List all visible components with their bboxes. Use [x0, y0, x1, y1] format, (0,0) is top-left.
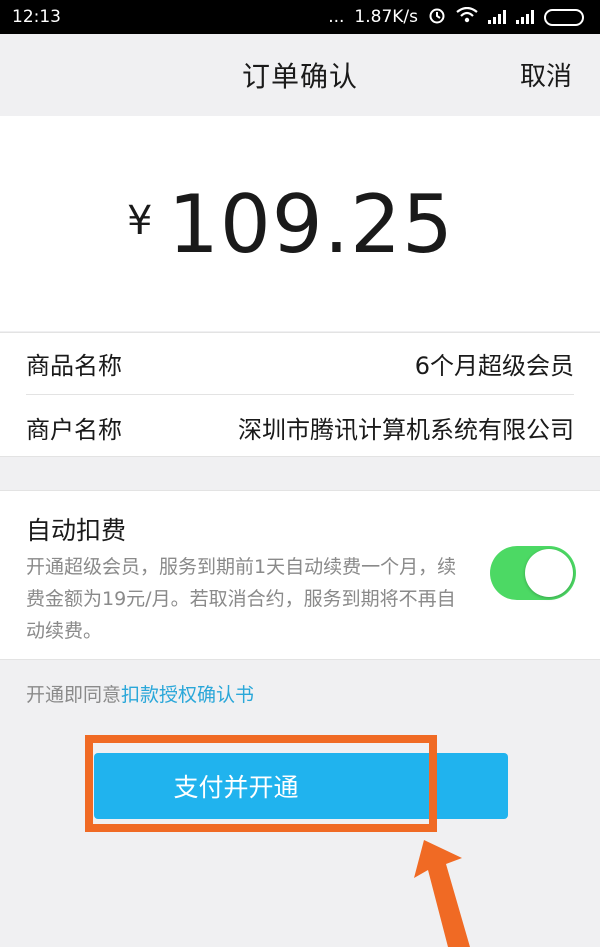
status-bar: 12:13 ... 1.87K/s	[0, 0, 600, 34]
network-speed: 1.87K/s	[354, 7, 418, 27]
status-icons: ... 1.87K/s	[328, 6, 584, 29]
agreement-prefix: 开通即同意	[26, 684, 122, 706]
cancel-button[interactable]: 取消	[520, 56, 572, 93]
signal-icon	[516, 10, 534, 24]
nav-bar: 订单确认 取消	[0, 34, 600, 116]
auto-deduct-title: 自动扣费	[26, 516, 127, 545]
currency-symbol: ¥	[127, 198, 153, 244]
page-title: 订单确认	[241, 60, 358, 93]
toggle-knob	[525, 549, 573, 597]
order-info: 商品名称 6个月超级会员 商户名称 深圳市腾讯计算机系统有限公司	[0, 332, 600, 457]
annotation-highlight-box	[85, 735, 437, 832]
amount-card: ¥ 109.25	[0, 116, 600, 331]
merchant-name-row: 商户名称 深圳市腾讯计算机系统有限公司	[26, 396, 574, 458]
auto-deduct-description: 开通超级会员，服务到期前1天自动续费一个月，续费金额为19元/月。若取消合约，服…	[26, 556, 457, 642]
status-dots: ...	[328, 7, 345, 27]
merchant-name-label: 商户名称	[26, 415, 122, 444]
alarm-icon	[428, 6, 446, 29]
agreement-text: 开通即同意扣款授权确认书	[26, 680, 254, 707]
product-name-label: 商品名称	[26, 352, 122, 380]
amount-value: 109.25	[168, 178, 454, 271]
signal-icon	[488, 10, 506, 24]
battery-icon	[544, 8, 584, 26]
status-time: 12:13	[12, 7, 61, 27]
auto-deduct-toggle[interactable]	[490, 546, 576, 600]
product-name-row: 商品名称 6个月超级会员	[26, 333, 574, 395]
annotation-arrow-icon	[414, 840, 470, 947]
agreement-link[interactable]: 扣款授权确认书	[121, 684, 254, 706]
product-name-value: 6个月超级会员	[414, 352, 574, 380]
wifi-icon	[456, 6, 478, 28]
merchant-name-value: 深圳市腾讯计算机系统有限公司	[238, 415, 574, 444]
